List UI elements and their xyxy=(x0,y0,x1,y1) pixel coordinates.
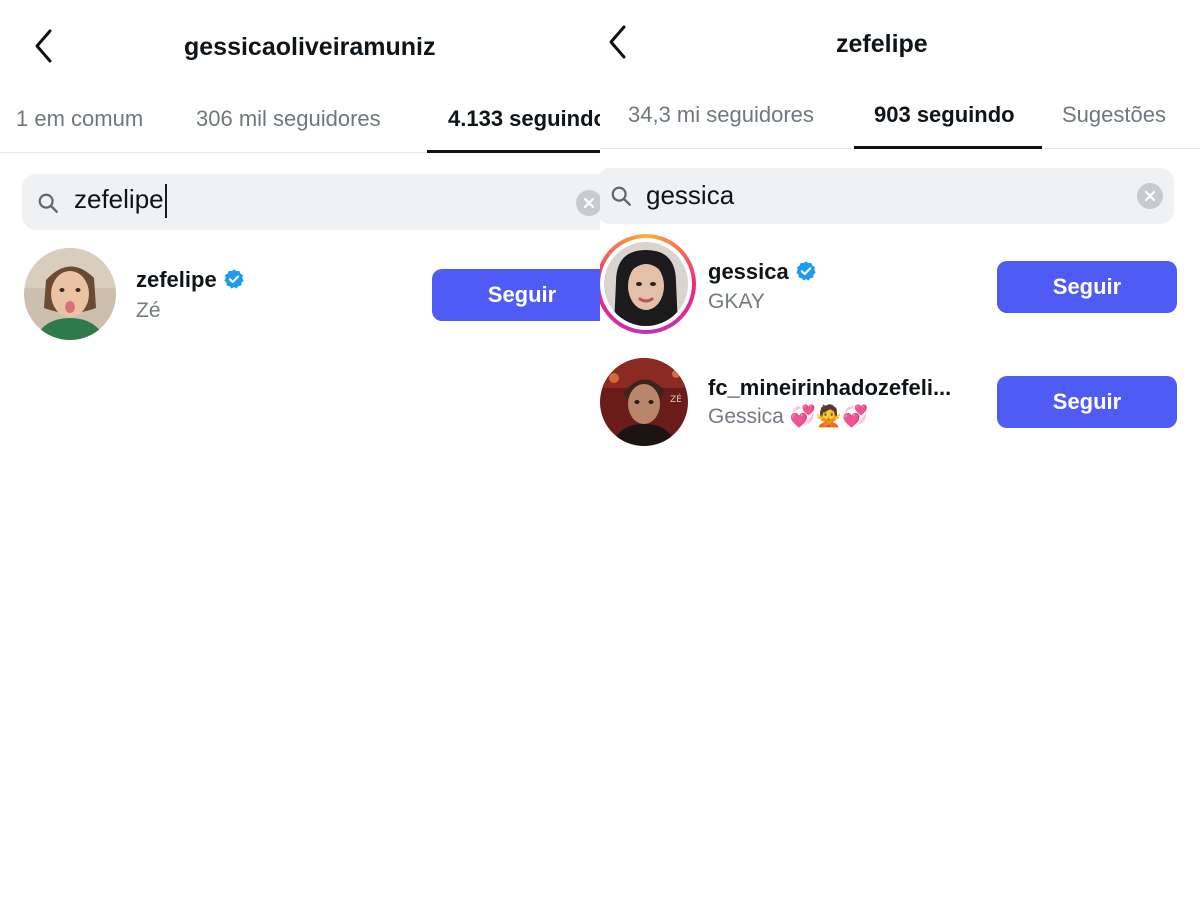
tab-mutual[interactable]: 1 em comum xyxy=(16,106,143,132)
username[interactable]: fc_mineirinhadozefeli... xyxy=(708,375,951,401)
follow-button[interactable]: Seguir xyxy=(432,269,600,321)
right-panel: zefelipe 34,3 mi seguidores 903 seguindo… xyxy=(600,0,1200,900)
tab-following[interactable]: 4.133 seguindo xyxy=(448,106,600,132)
left-panel: gessicaoliveiramuniz 1 em comum 306 mil … xyxy=(0,0,600,900)
tab-followers[interactable]: 34,3 mi seguidores xyxy=(628,102,814,128)
profile-title: zefelipe xyxy=(836,30,928,58)
tab-followers[interactable]: 306 mil seguidores xyxy=(196,106,381,132)
avatar[interactable]: ZÉ xyxy=(600,358,688,446)
search-icon xyxy=(38,193,58,213)
profile-title: gessicaoliveiramuniz xyxy=(184,33,436,61)
search-bar[interactable]: zefelipe xyxy=(22,174,600,230)
tab-following[interactable]: 903 seguindo xyxy=(874,102,1015,128)
full-name: GKAY xyxy=(708,290,765,313)
active-tab-underline xyxy=(854,146,1042,149)
follow-button[interactable]: Seguir xyxy=(997,261,1177,313)
username[interactable]: gessica xyxy=(708,259,817,285)
clear-icon[interactable] xyxy=(1137,183,1163,209)
search-query: zefelipe xyxy=(74,184,164,214)
active-tab-underline xyxy=(427,150,600,153)
search-icon xyxy=(611,186,631,206)
full-name: Zé xyxy=(136,299,161,322)
story-ring[interactable] xyxy=(600,234,696,334)
avatar[interactable] xyxy=(24,248,116,340)
verified-badge-icon xyxy=(796,261,816,281)
avatar xyxy=(604,242,688,326)
search-bar[interactable]: gessica xyxy=(600,168,1174,224)
tab-suggestions[interactable]: Sugestões xyxy=(1062,102,1166,128)
verified-badge-icon xyxy=(224,269,244,289)
back-arrow-icon[interactable] xyxy=(30,26,58,66)
follow-button[interactable]: Seguir xyxy=(997,376,1177,428)
svg-text:ZÉ: ZÉ xyxy=(670,393,682,405)
back-arrow-icon[interactable] xyxy=(604,22,632,62)
full-name: Gessica 💞🙅💞 xyxy=(708,405,869,428)
username[interactable]: zefelipe xyxy=(136,267,245,293)
clear-icon[interactable] xyxy=(576,190,600,216)
search-input[interactable]: zefelipe xyxy=(74,184,167,219)
text-caret xyxy=(164,184,167,219)
username-text: gessica xyxy=(708,259,789,284)
username-text: zefelipe xyxy=(136,267,217,292)
search-input[interactable]: gessica xyxy=(646,180,734,211)
